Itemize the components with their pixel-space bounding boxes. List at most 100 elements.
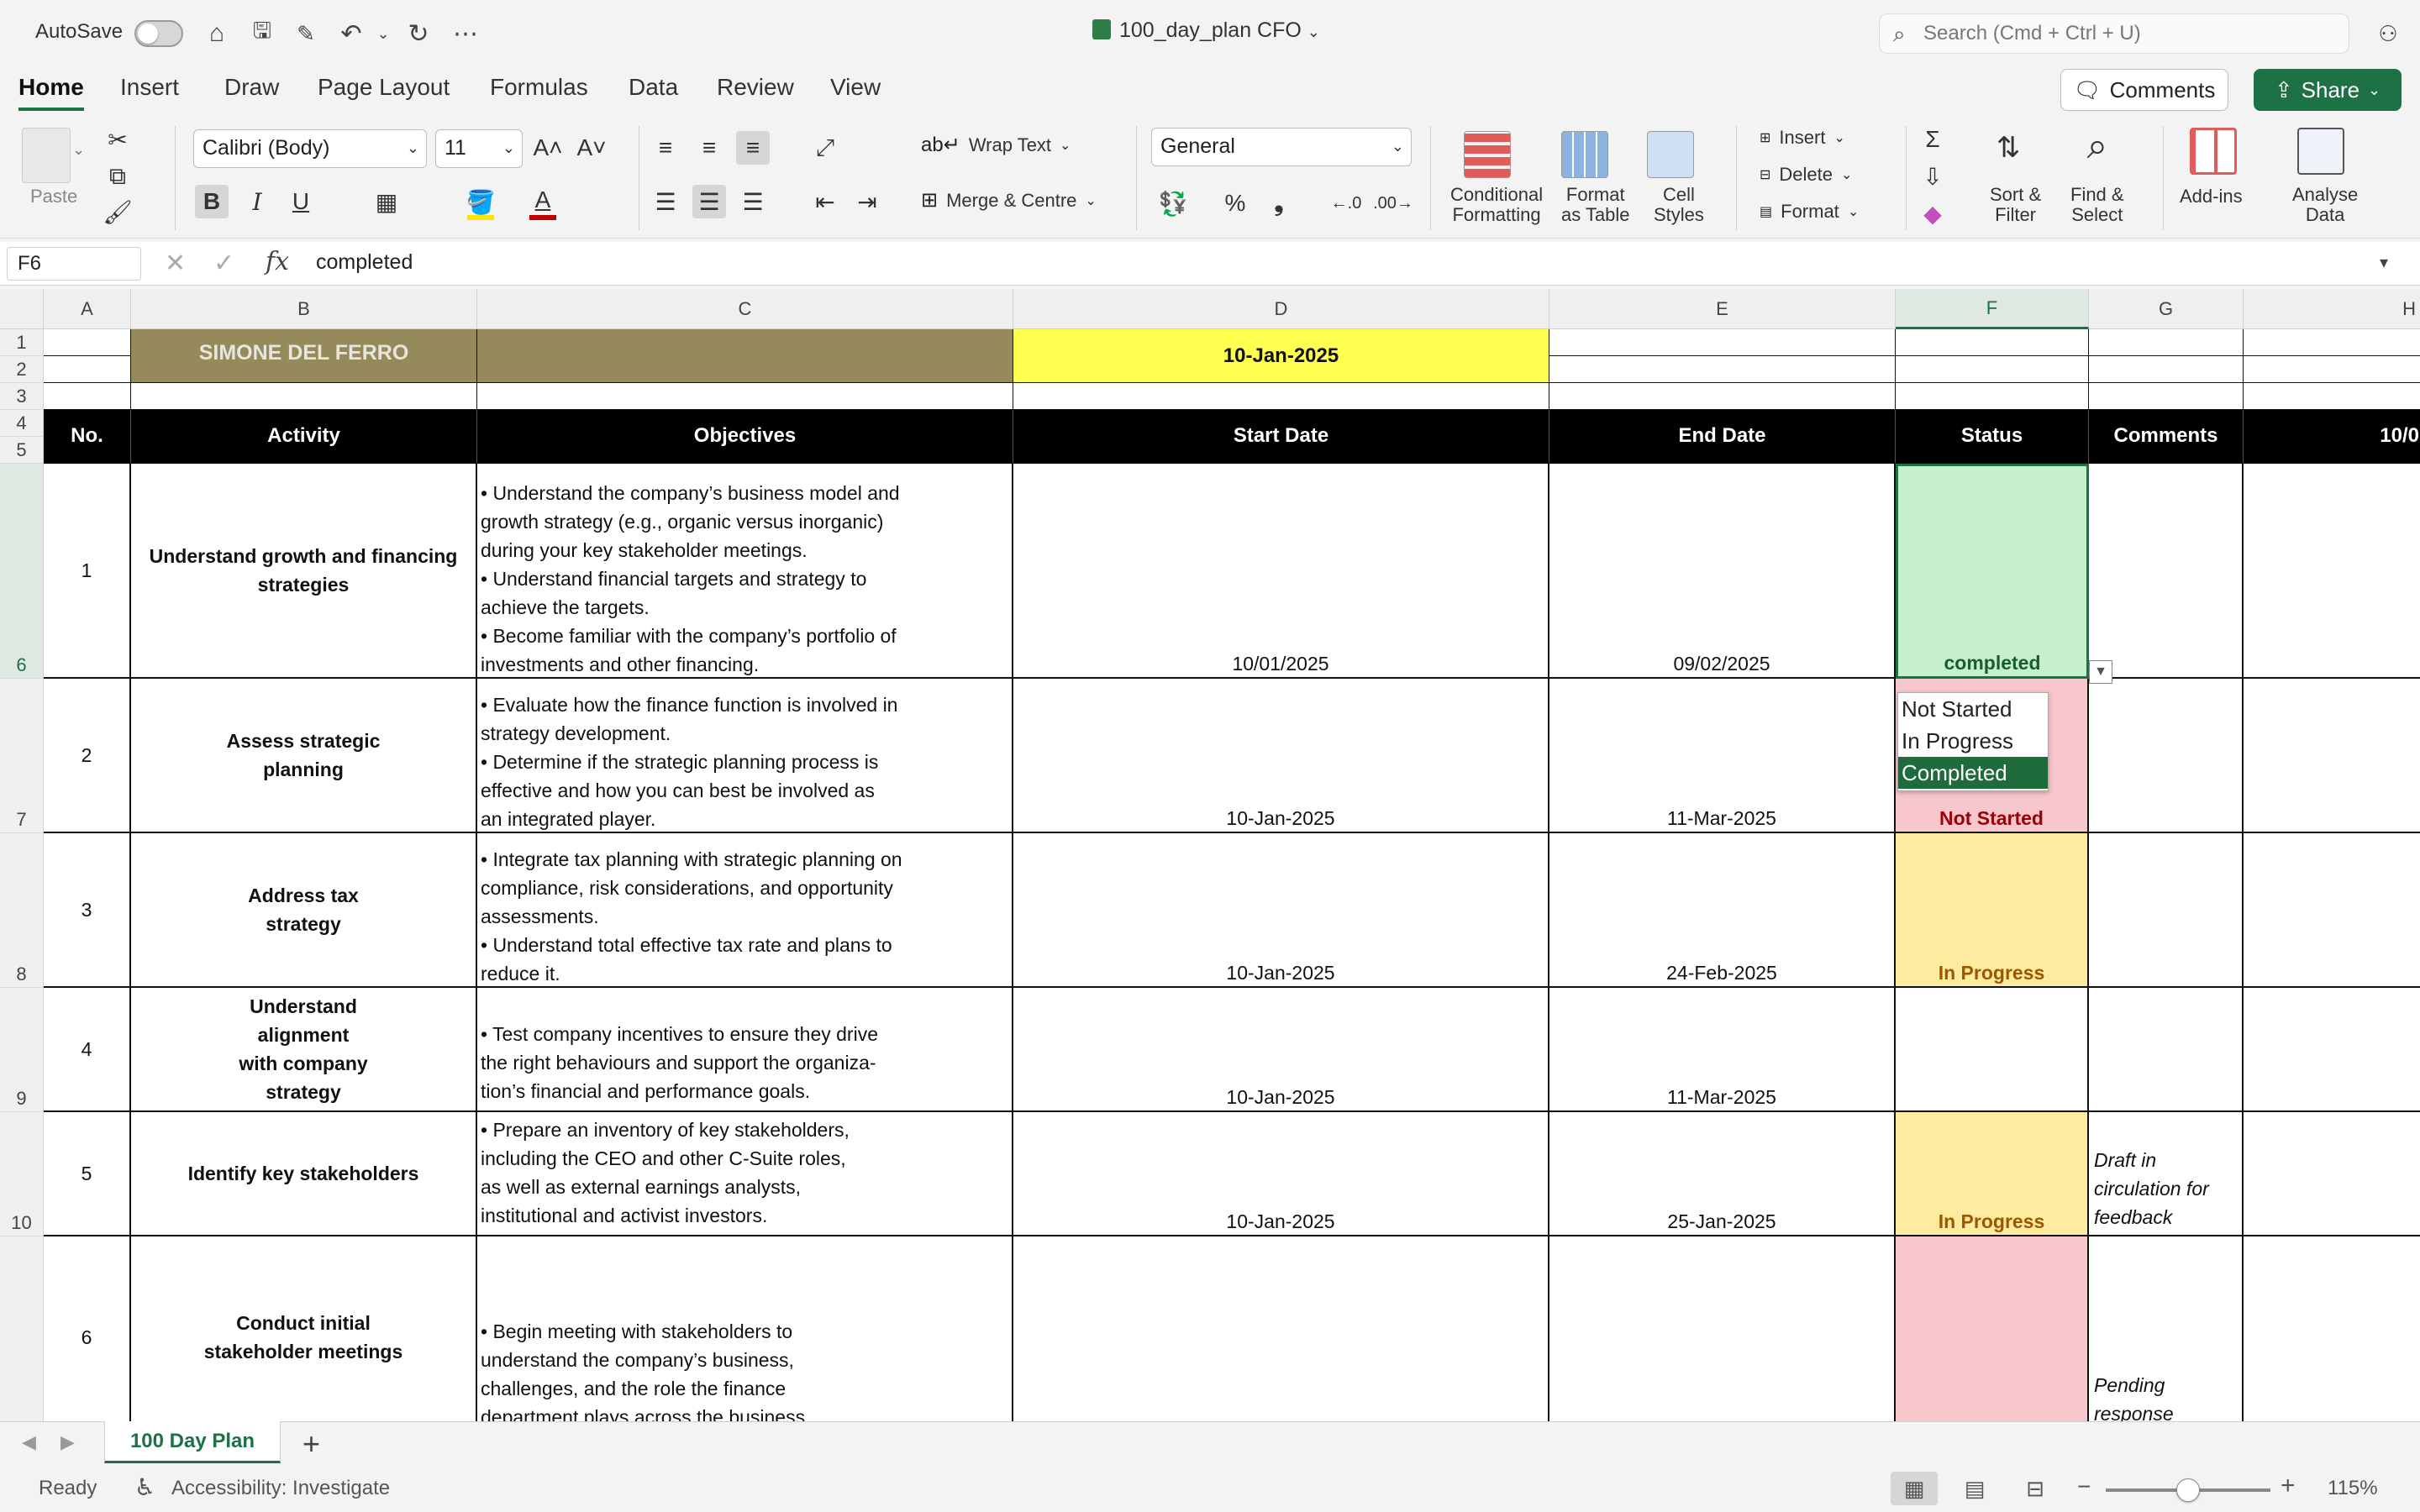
plan-date-cell[interactable]: 10-Jan-2025 xyxy=(1013,329,1549,383)
task-4-activity[interactable]: Understand alignment with company strate… xyxy=(131,988,477,1112)
column-header-c[interactable]: C xyxy=(477,289,1013,329)
paste-icon[interactable] xyxy=(22,128,71,183)
row-header-10[interactable]: 10 xyxy=(0,1112,44,1236)
cell-f2[interactable] xyxy=(1896,356,2089,383)
header-extra-date[interactable]: 10/01/ xyxy=(2244,410,2420,464)
orientation-icon[interactable]: ⤢ xyxy=(808,131,842,165)
task-1-objectives[interactable]: • Understand the company’s business mode… xyxy=(477,464,1013,679)
sort-filter-label[interactable]: Sort & Filter xyxy=(1990,185,2041,225)
increase-font-icon[interactable]: A˄ xyxy=(531,131,565,165)
copy-icon[interactable]: ⧉ xyxy=(101,160,134,193)
task-1-status[interactable]: completed xyxy=(1896,464,2089,679)
row-header-4[interactable]: 4 xyxy=(0,410,44,437)
tab-home[interactable]: Home xyxy=(18,74,84,111)
italic-button[interactable]: I xyxy=(240,185,274,218)
format-as-table-label[interactable]: Format as Table xyxy=(1561,185,1630,225)
select-all-corner[interactable] xyxy=(0,289,44,329)
undo-icon[interactable]: ↶ xyxy=(334,17,368,50)
next-sheet-icon[interactable]: ▶ xyxy=(60,1431,75,1453)
cell-g2[interactable] xyxy=(2089,356,2244,383)
search-input[interactable]: ⌕ Search (Cmd + Ctrl + U) xyxy=(1879,13,2349,54)
decrease-decimal-icon[interactable]: .00→ xyxy=(1373,186,1413,220)
task-6-status[interactable] xyxy=(1896,1236,2089,1421)
header-activity[interactable]: Activity xyxy=(131,410,477,464)
task-6-no[interactable]: 6 xyxy=(44,1236,131,1421)
find-select-icon[interactable]: ⌕ xyxy=(2081,125,2114,166)
task-1-end-date[interactable]: 09/02/2025 xyxy=(1549,464,1896,679)
cell-b3[interactable] xyxy=(131,383,477,410)
analyse-data-label[interactable]: Analyse Data xyxy=(2292,185,2358,225)
owner-banner-cell[interactable] xyxy=(477,329,1013,383)
tab-review[interactable]: Review xyxy=(717,74,794,108)
task-5-extra[interactable] xyxy=(2244,1112,2420,1236)
cut-icon[interactable]: ✂ xyxy=(101,123,134,156)
task-1-start-date[interactable]: 10/01/2025 xyxy=(1013,464,1549,679)
task-2-end-date[interactable]: 11-Mar-2025 xyxy=(1549,679,1896,833)
task-4-comment[interactable] xyxy=(2089,988,2244,1112)
undo-dropdown-icon[interactable]: ⌄ xyxy=(366,17,400,50)
task-5-objectives[interactable]: • Prepare an inventory of key stakeholde… xyxy=(477,1112,1013,1236)
dropdown-option-not-started[interactable]: Not Started xyxy=(1898,693,2048,725)
cell-g3[interactable] xyxy=(2089,383,2244,410)
merge-centre-button[interactable]: ⊞ Merge & Centre ⌄ xyxy=(921,188,1097,213)
task-3-comment[interactable] xyxy=(2089,833,2244,988)
owner-name-cell[interactable]: SIMONE DEL FERRO xyxy=(131,329,477,383)
dropdown-option-in-progress[interactable]: In Progress xyxy=(1898,725,2048,757)
task-5-comment[interactable]: Draft in circulation for feedback xyxy=(2089,1112,2244,1236)
home-icon[interactable]: ⌂ xyxy=(200,17,234,50)
dropdown-option-completed[interactable]: Completed xyxy=(1898,757,2048,789)
task-1-no[interactable]: 1 xyxy=(44,464,131,679)
name-box[interactable]: F6 xyxy=(7,247,141,281)
insert-cells-button[interactable]: ⊞ Insert ⌄ xyxy=(1760,128,1845,148)
tab-insert[interactable]: Insert xyxy=(120,74,179,108)
align-left-icon[interactable]: ☰ xyxy=(649,185,682,218)
header-objectives[interactable]: Objectives xyxy=(477,410,1013,464)
align-center-icon[interactable]: ☰ xyxy=(692,185,726,218)
find-select-label[interactable]: Find & Select xyxy=(2070,185,2124,225)
task-3-end-date[interactable]: 24-Feb-2025 xyxy=(1549,833,1896,988)
column-header-h[interactable]: H xyxy=(2244,289,2420,329)
align-top-icon[interactable]: ≡ xyxy=(649,131,682,165)
task-4-end-date[interactable]: 11-Mar-2025 xyxy=(1549,988,1896,1112)
task-6-comment[interactable]: Pending response xyxy=(2089,1236,2244,1421)
document-title[interactable]: 100_day_plan CFO ⌄ xyxy=(1092,18,1320,43)
row-header-6[interactable]: 6 xyxy=(0,464,44,679)
accessibility-icon[interactable]: ♿ xyxy=(134,1473,155,1501)
increase-indent-icon[interactable]: ⇥ xyxy=(850,185,884,218)
row-header-3[interactable]: 3 xyxy=(0,383,44,410)
cell-e3[interactable] xyxy=(1549,383,1896,410)
number-format-select[interactable]: General ⌄ xyxy=(1151,128,1412,166)
paste-chevron-icon[interactable]: ⌄ xyxy=(72,141,85,159)
autosave-toggle[interactable] xyxy=(134,20,183,47)
task-3-start-date[interactable]: 10-Jan-2025 xyxy=(1013,833,1549,988)
add-ins-icon[interactable] xyxy=(2190,128,2237,175)
zoom-out-button[interactable]: − xyxy=(2077,1473,2091,1500)
task-2-no[interactable]: 2 xyxy=(44,679,131,833)
sheet-tab-100-day-plan[interactable]: 100 Day Plan xyxy=(104,1421,281,1463)
cell-h2[interactable] xyxy=(2244,356,2420,383)
cell-styles-label[interactable]: Cell Styles xyxy=(1654,185,1704,225)
add-sheet-button[interactable]: + xyxy=(302,1426,320,1462)
task-2-extra[interactable] xyxy=(2244,679,2420,833)
cell-f3[interactable] xyxy=(1896,383,2089,410)
task-3-objectives[interactable]: • Integrate tax planning with strategic … xyxy=(477,833,1013,988)
cell-h1[interactable] xyxy=(2244,329,2420,356)
autosum-icon[interactable]: Σ xyxy=(1916,123,1949,156)
task-5-activity[interactable]: Identify key stakeholders xyxy=(131,1112,477,1236)
dropdown-arrow-icon[interactable]: ▼ xyxy=(2089,660,2112,684)
align-middle-icon[interactable]: ≡ xyxy=(692,131,726,165)
row-header-2[interactable]: 2 xyxy=(0,356,44,383)
normal-view-icon[interactable]: ▦ xyxy=(1891,1472,1938,1505)
redo-icon[interactable]: ↻ xyxy=(402,17,435,50)
task-1-extra[interactable] xyxy=(2244,464,2420,679)
cell-a2[interactable] xyxy=(44,356,131,383)
font-size-select[interactable]: 11 ⌄ xyxy=(435,129,523,168)
column-header-b[interactable]: B xyxy=(131,289,477,329)
fill-icon[interactable]: ⇩ xyxy=(1916,160,1949,193)
tab-view[interactable]: View xyxy=(830,74,881,108)
font-name-select[interactable]: Calibri (Body) ⌄ xyxy=(193,129,427,168)
tab-data[interactable]: Data xyxy=(629,74,678,108)
align-right-icon[interactable]: ☰ xyxy=(736,185,770,218)
underline-button[interactable]: U xyxy=(284,185,318,218)
header-start-date[interactable]: Start Date xyxy=(1013,410,1549,464)
